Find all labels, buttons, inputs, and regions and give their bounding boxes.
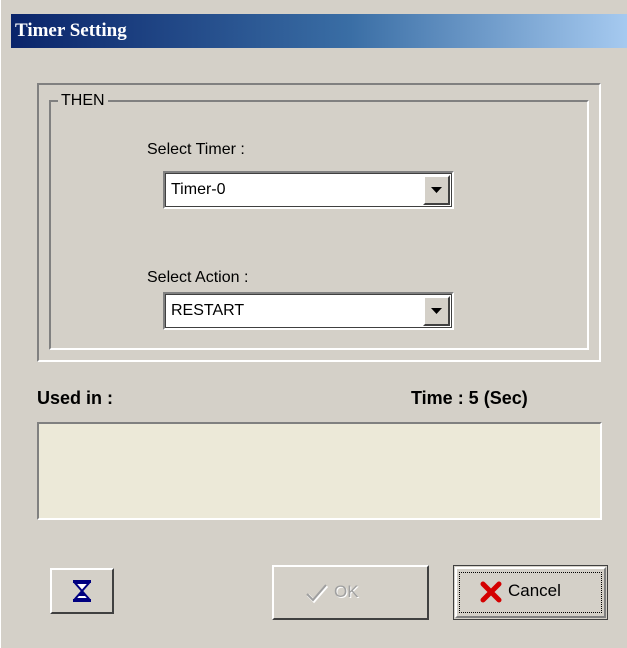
timer-button[interactable] (50, 568, 114, 614)
select-action-label: Select Action : (147, 269, 249, 286)
cancel-button[interactable]: Cancel (453, 565, 608, 620)
used-in-list[interactable] (37, 422, 602, 520)
checkmark-icon (306, 584, 329, 604)
then-legend: THEN (58, 92, 108, 110)
red-x-icon (480, 581, 502, 603)
ok-button[interactable]: OK (272, 565, 429, 620)
action-dropdown-button[interactable] (423, 296, 450, 326)
ok-label: OK (334, 582, 359, 601)
hourglass-icon (72, 580, 92, 602)
action-select[interactable]: RESTART (163, 292, 454, 330)
window-title: Timer Setting (15, 20, 127, 41)
select-timer-label: Select Timer : (147, 141, 245, 158)
timer-dropdown-button[interactable] (423, 175, 450, 205)
used-in-label: Used in : (37, 388, 114, 408)
action-select-value: RESTART (171, 302, 245, 319)
title-bar[interactable]: Timer Setting (11, 14, 627, 48)
time-label: Time : 5 (Sec) (411, 388, 528, 408)
cancel-label: Cancel (508, 581, 561, 600)
timer-select-value: Timer-0 (171, 181, 226, 198)
chevron-down-icon (431, 187, 442, 193)
timer-setting-window: Timer Setting THEN Select Timer : Timer-… (0, 0, 627, 648)
chevron-down-icon (431, 308, 442, 314)
timer-select[interactable]: Timer-0 (163, 171, 454, 209)
